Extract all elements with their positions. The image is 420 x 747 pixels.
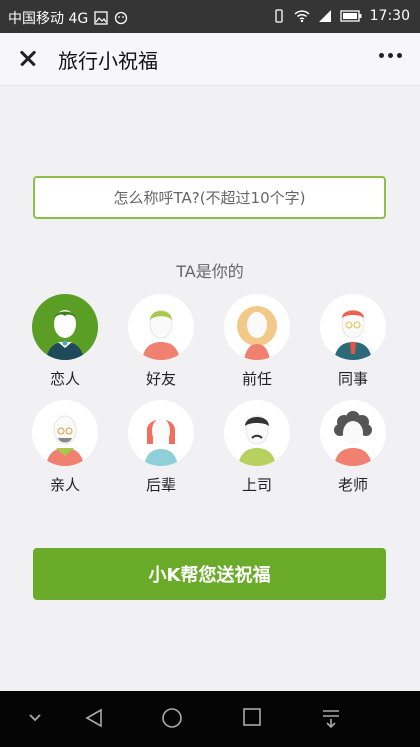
relation-label: 恋人 bbox=[49, 370, 80, 388]
chevron-down-icon[interactable] bbox=[28, 713, 42, 723]
relation-option-ex[interactable]: 前任 bbox=[222, 294, 292, 389]
close-icon[interactable] bbox=[16, 46, 40, 70]
relation-prompt: TA是你的 bbox=[176, 262, 244, 281]
signal-icon bbox=[318, 10, 331, 22]
status-bar: 中国移动 4G 17:30 bbox=[0, 0, 420, 33]
junior-avatar-icon bbox=[128, 400, 194, 466]
recent-apps-icon[interactable] bbox=[242, 707, 262, 727]
relation-label: 前任 bbox=[241, 370, 272, 388]
relation-grid: 恋人 好友 前任 同事 亲人 后辈 上司 老师 bbox=[30, 294, 390, 494]
relation-option-boss[interactable]: 上司 bbox=[222, 400, 292, 495]
relation-label: 老师 bbox=[337, 476, 368, 494]
relation-label: 上司 bbox=[241, 476, 272, 494]
clock: 17:30 bbox=[369, 8, 410, 24]
relation-label: 后辈 bbox=[145, 476, 176, 494]
relation-option-family[interactable]: 亲人 bbox=[30, 400, 100, 495]
system-nav-bar bbox=[0, 691, 420, 747]
ex-avatar-icon bbox=[224, 294, 290, 360]
relation-option-junior[interactable]: 后辈 bbox=[126, 400, 196, 495]
relation-option-colleague[interactable]: 同事 bbox=[318, 294, 388, 389]
notification-icon[interactable] bbox=[320, 707, 342, 729]
family-avatar-icon bbox=[32, 400, 98, 466]
relation-label: 同事 bbox=[337, 370, 368, 388]
relation-option-friend[interactable]: 好友 bbox=[126, 294, 196, 389]
relation-option-lover[interactable]: 恋人 bbox=[30, 294, 100, 389]
title-bar: 旅行小祝福 bbox=[0, 33, 420, 86]
lover-avatar-icon bbox=[32, 294, 98, 360]
relation-option-teacher[interactable]: 老师 bbox=[318, 400, 388, 495]
wifi-icon bbox=[294, 10, 310, 23]
page-title: 旅行小祝福 bbox=[58, 49, 158, 73]
friend-avatar-icon bbox=[128, 294, 194, 360]
colleague-avatar-icon bbox=[320, 294, 386, 360]
send-blessing-button[interactable]: 小K帮您送祝福 bbox=[33, 548, 386, 600]
battery-icon bbox=[339, 10, 362, 22]
back-icon[interactable] bbox=[83, 707, 105, 729]
vibrate-icon bbox=[274, 9, 283, 23]
wechat-icon bbox=[115, 11, 128, 25]
teacher-avatar-icon bbox=[320, 400, 386, 466]
relation-label: 亲人 bbox=[49, 476, 80, 494]
image-icon bbox=[94, 11, 108, 25]
name-input[interactable] bbox=[33, 176, 386, 219]
home-icon[interactable] bbox=[161, 707, 183, 729]
boss-avatar-icon bbox=[224, 400, 290, 466]
more-icon[interactable] bbox=[379, 53, 402, 58]
carrier-label: 中国移动 4G bbox=[8, 11, 89, 27]
relation-label: 好友 bbox=[145, 370, 176, 388]
